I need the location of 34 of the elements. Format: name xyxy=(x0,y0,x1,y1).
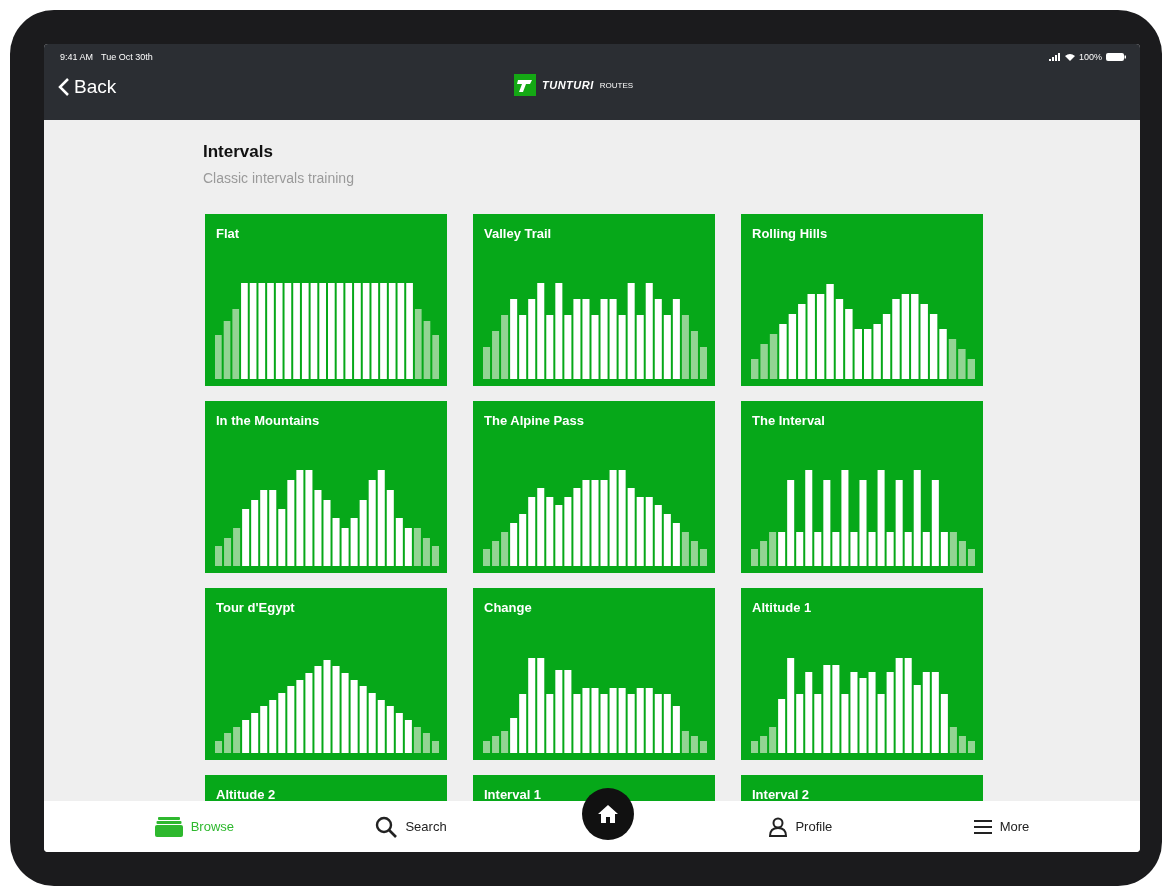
status-time: 9:41 AM xyxy=(60,52,94,62)
menu-icon xyxy=(973,819,992,834)
person-icon xyxy=(769,816,788,837)
route-card[interactable]: Change xyxy=(473,588,715,760)
logo-wordmark: TUNTURI xyxy=(542,79,594,91)
route-card[interactable]: Altitude 2 xyxy=(205,775,447,801)
route-card[interactable]: The Alpine Pass xyxy=(473,401,715,573)
section-title: Intervals xyxy=(203,142,274,162)
route-card[interactable]: Interval 1 xyxy=(473,775,715,801)
profile-tab[interactable]: Profile xyxy=(763,815,839,838)
route-card[interactable]: Valley Trail xyxy=(473,214,715,386)
signal-icon xyxy=(1048,53,1061,61)
back-button[interactable]: Back xyxy=(44,76,117,98)
route-card[interactable]: Altitude 1 xyxy=(741,588,983,760)
battery-icon xyxy=(1106,53,1126,61)
search-icon xyxy=(375,815,398,838)
route-card[interactable]: The Interval xyxy=(741,401,983,573)
route-card[interactable]: In the Mountains xyxy=(205,401,447,573)
route-card[interactable]: Interval 2 xyxy=(741,775,983,801)
back-chevron-icon xyxy=(58,77,70,97)
route-card[interactable]: Rolling Hills xyxy=(741,214,983,386)
route-card[interactable]: Flat xyxy=(205,214,447,386)
battery-percentage: 100% xyxy=(1078,52,1102,62)
status-date: Tue Oct 30th xyxy=(101,52,153,62)
wifi-icon xyxy=(1064,53,1075,61)
more-tab[interactable]: More xyxy=(967,818,1036,835)
logo-icon xyxy=(514,74,536,96)
section-subtitle: Classic intervals training xyxy=(203,170,355,186)
home-icon xyxy=(598,804,619,823)
browse-tab[interactable]: Browse xyxy=(148,815,241,838)
logo-subtitle: ROUTES xyxy=(599,80,634,90)
route-card[interactable]: Tour d'Egypt xyxy=(205,588,447,760)
stacked-box-icon xyxy=(154,816,183,837)
search-tab[interactable]: Search xyxy=(369,814,453,839)
